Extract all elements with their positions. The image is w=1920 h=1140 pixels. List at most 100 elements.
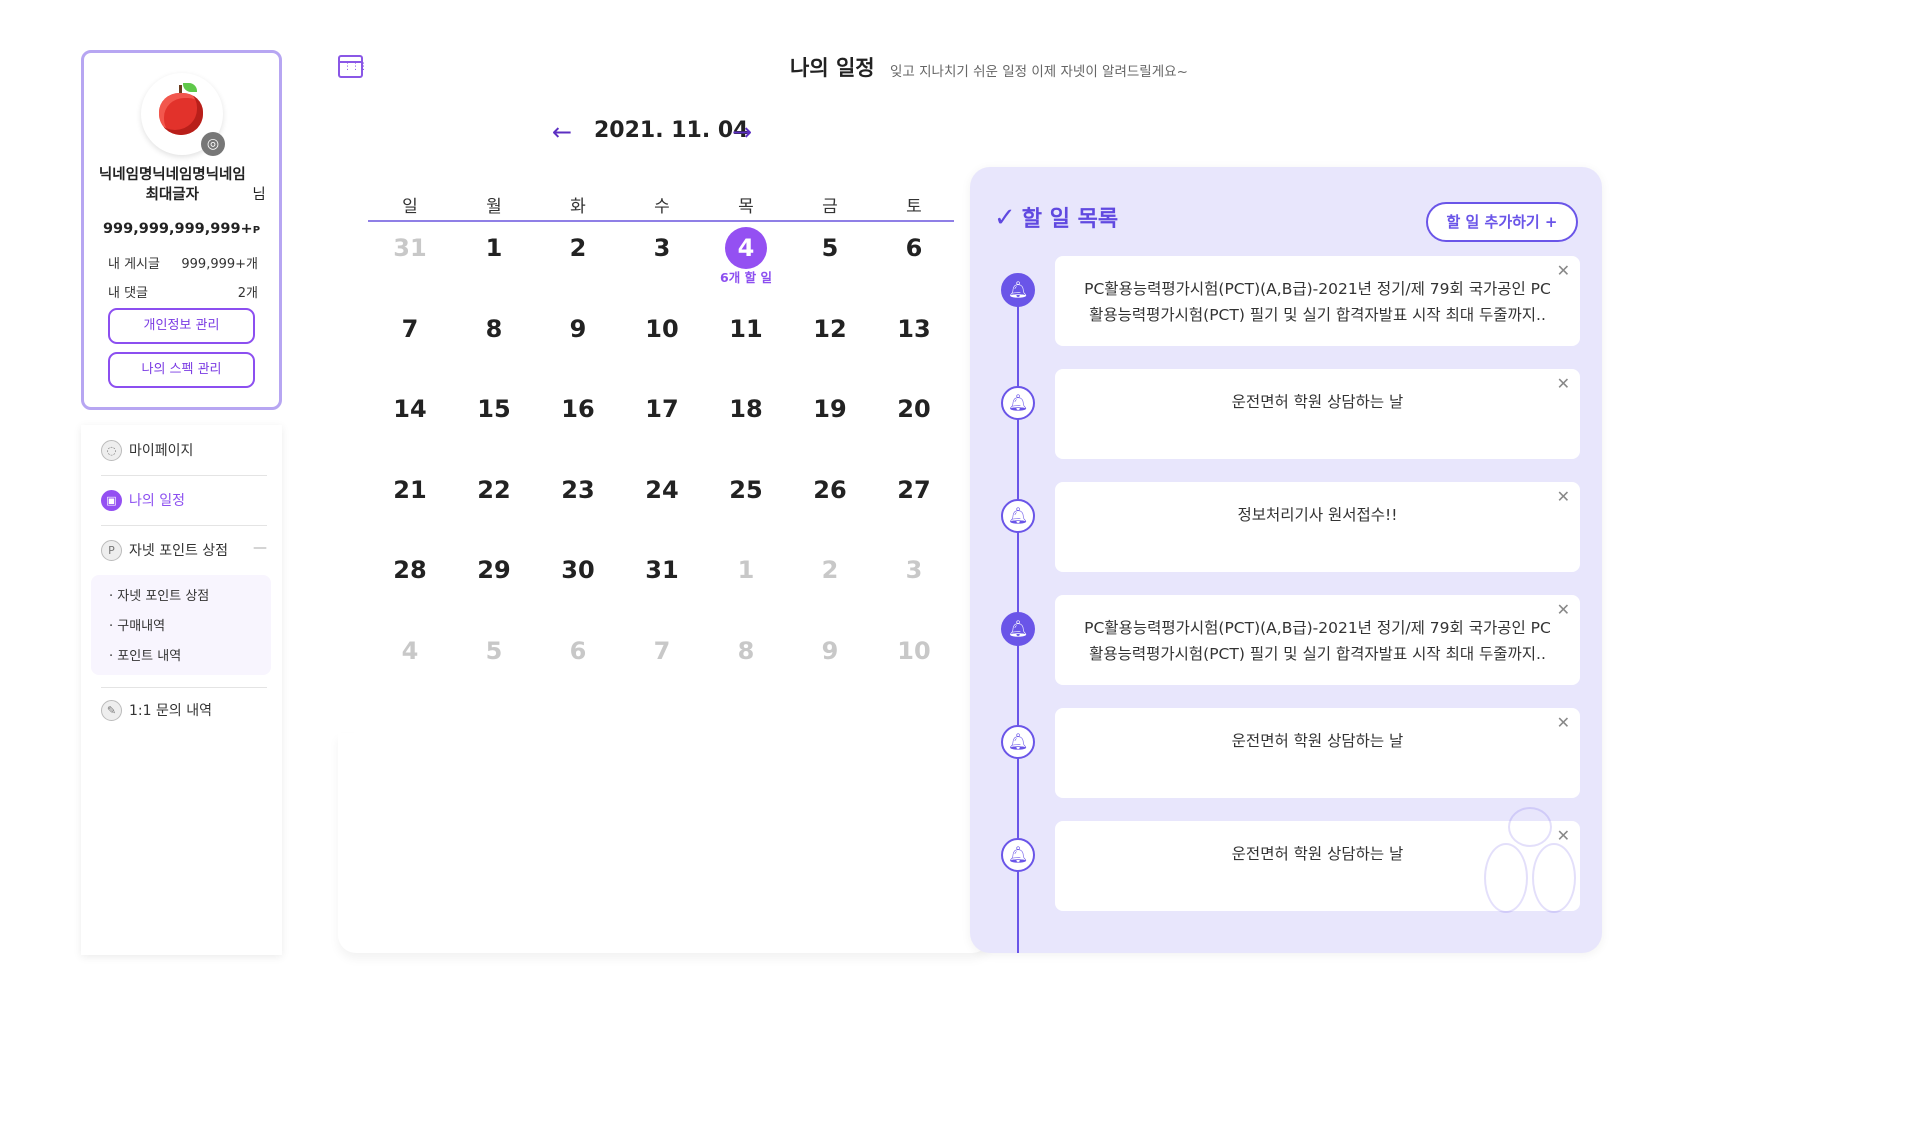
submenu-item-purchases[interactable]: · 구매내역 (109, 615, 165, 634)
next-month-icon[interactable]: → (727, 118, 757, 146)
calendar-day[interactable]: 17 (620, 388, 704, 430)
calendar-day[interactable]: 18 (704, 388, 788, 430)
comments-value: 2개 (237, 286, 258, 301)
todo-item[interactable]: 운전면허 학원 상담하는 날 ✕ (1055, 369, 1580, 459)
add-todo-button[interactable]: 할 일 추가하기 + (1426, 202, 1578, 242)
day-number: 10 (897, 636, 931, 665)
calendar-day[interactable]: 24 (620, 469, 704, 511)
calendar-day[interactable]: 10 (872, 630, 956, 672)
profile-card: ◎ 닉네임명닉네임명닉네임최대글자 님 999,999,999,999+P 내 … (81, 50, 282, 410)
calendar-day-today[interactable]: 4 6개 할 일 (704, 227, 788, 285)
calendar-day[interactable]: 20 (872, 388, 956, 430)
points-value: 999,999,999,999+ (102, 221, 253, 237)
spec-manage-button[interactable]: 나의 스펙 관리 (108, 352, 255, 388)
calendar-day[interactable]: 6 (872, 227, 956, 269)
calendar-day[interactable]: 5 (452, 630, 536, 672)
comments-label: 내 댓글 (108, 286, 149, 301)
day-number: 25 (729, 475, 763, 504)
calendar-day[interactable]: 5 (788, 227, 872, 269)
calendar-day[interactable]: 1 (452, 227, 536, 269)
calendar-day[interactable]: 9 (536, 308, 620, 350)
bell-icon[interactable]: 🔔︎ (1001, 499, 1035, 533)
day-number: 21 (393, 475, 427, 504)
bell-icon[interactable]: 🔔︎ (1001, 386, 1035, 420)
day-number: 8 (737, 636, 755, 665)
calendar-day[interactable]: 3 (872, 549, 956, 591)
close-icon[interactable]: ✕ (1557, 713, 1570, 732)
sidebar-item-inquiry[interactable]: ✎ 1:1 문의 내역 (101, 696, 267, 726)
weekday-label: 수 (654, 197, 670, 217)
day-number: 8 (485, 314, 503, 343)
close-icon[interactable]: ✕ (1557, 600, 1570, 619)
calendar-day[interactable]: 8 (704, 630, 788, 672)
calendar-day[interactable]: 28 (368, 549, 452, 591)
calendar-day[interactable]: 30 (536, 549, 620, 591)
calendar-day[interactable]: 27 (872, 469, 956, 511)
todo-item-text: 정보처리기사 원서접수!! (1237, 506, 1398, 524)
day-number: 19 (813, 395, 847, 423)
calendar-day[interactable]: 21 (368, 469, 452, 511)
calendar-day[interactable]: 19 (788, 388, 872, 430)
settings-icon[interactable]: ◎ (201, 132, 225, 156)
calendar-day[interactable]: 14 (368, 388, 452, 430)
todo-item-text: PC활용능력평가시험(PCT)(A,B급)-2021년 정기/제 79회 국가공… (1084, 619, 1551, 663)
collapse-icon[interactable]: — (253, 540, 267, 556)
close-icon[interactable]: ✕ (1557, 261, 1570, 280)
bell-icon[interactable]: 🔔︎ (1001, 612, 1035, 646)
pencil-icon: ✎ (101, 700, 122, 721)
prev-month-icon[interactable]: ← (547, 118, 577, 146)
calendar-day[interactable]: 23 (536, 469, 620, 511)
calendar-day[interactable]: 26 (788, 469, 872, 511)
sidebar-item-schedule[interactable]: ▣ 나의 일정 (101, 486, 267, 516)
calendar-day[interactable]: 2 (536, 227, 620, 269)
calendar-day[interactable]: 4 (368, 630, 452, 672)
calendar-day[interactable]: 31 (368, 227, 452, 269)
todo-title: ✓ 할 일 목록 (994, 201, 1118, 233)
day-number: 12 (813, 314, 847, 343)
calendar-day[interactable]: 2 (788, 549, 872, 591)
todo-item[interactable]: PC활용능력평가시험(PCT)(A,B급)-2021년 정기/제 79회 국가공… (1055, 595, 1580, 685)
submenu: · 자넷 포인트 상점 · 구매내역 · 포인트 내역 (91, 575, 271, 675)
calendar-day[interactable]: 12 (788, 308, 872, 350)
calendar-day[interactable]: 31 (620, 549, 704, 591)
day-number: 28 (393, 556, 427, 584)
calendar-day[interactable]: 7 (620, 630, 704, 672)
calendar-day[interactable]: 22 (452, 469, 536, 511)
comments-row: 내 댓글 2개 (108, 282, 258, 301)
calendar-day[interactable]: 9 (788, 630, 872, 672)
bell-icon[interactable]: 🔔︎ (1001, 725, 1035, 759)
todo-item[interactable]: 정보처리기사 원서접수!! ✕ (1055, 482, 1580, 572)
todo-item[interactable]: PC활용능력평가시험(PCT)(A,B급)-2021년 정기/제 79회 국가공… (1055, 256, 1580, 346)
calendar-day[interactable]: 15 (452, 388, 536, 430)
calendar-day[interactable]: 25 (704, 469, 788, 511)
calendar-day[interactable]: 16 (536, 388, 620, 430)
personal-info-button[interactable]: 개인정보 관리 (108, 308, 255, 344)
sidebar-item-mypage[interactable]: ◌ 마이페이지 (101, 436, 267, 466)
day-number: 4 (401, 636, 419, 665)
bell-icon[interactable]: 🔔︎ (1001, 838, 1035, 872)
calendar-day[interactable]: 29 (452, 549, 536, 591)
calendar-day[interactable]: 8 (452, 308, 536, 350)
calendar-day[interactable]: 3 (620, 227, 704, 269)
mascot-illustration (1478, 807, 1582, 927)
sidebar-item-point-shop[interactable]: P 자넷 포인트 상점 — (101, 536, 267, 566)
submenu-item-point-shop[interactable]: · 자넷 포인트 상점 (109, 585, 209, 604)
page-title: 나의 일정 (790, 56, 875, 80)
day-number: 17 (645, 395, 679, 423)
calendar-day[interactable]: 7 (368, 308, 452, 350)
user-icon: ◌ (101, 440, 122, 461)
submenu-item-point-history[interactable]: · 포인트 내역 (109, 645, 181, 664)
calendar-day[interactable]: 10 (620, 308, 704, 350)
calendar-day[interactable]: 1 (704, 549, 788, 591)
calendar-footer (338, 733, 990, 953)
close-icon[interactable]: ✕ (1557, 374, 1570, 393)
bell-icon[interactable]: 🔔︎ (1001, 273, 1035, 307)
day-number: 7 (401, 314, 419, 343)
calendar-day[interactable]: 11 (704, 308, 788, 350)
points-unit: P (252, 225, 261, 236)
calendar-day[interactable]: 6 (536, 630, 620, 672)
calendar-icon[interactable] (338, 55, 367, 78)
close-icon[interactable]: ✕ (1557, 487, 1570, 506)
todo-item[interactable]: 운전면허 학원 상담하는 날 ✕ (1055, 708, 1580, 798)
calendar-day[interactable]: 13 (872, 308, 956, 350)
